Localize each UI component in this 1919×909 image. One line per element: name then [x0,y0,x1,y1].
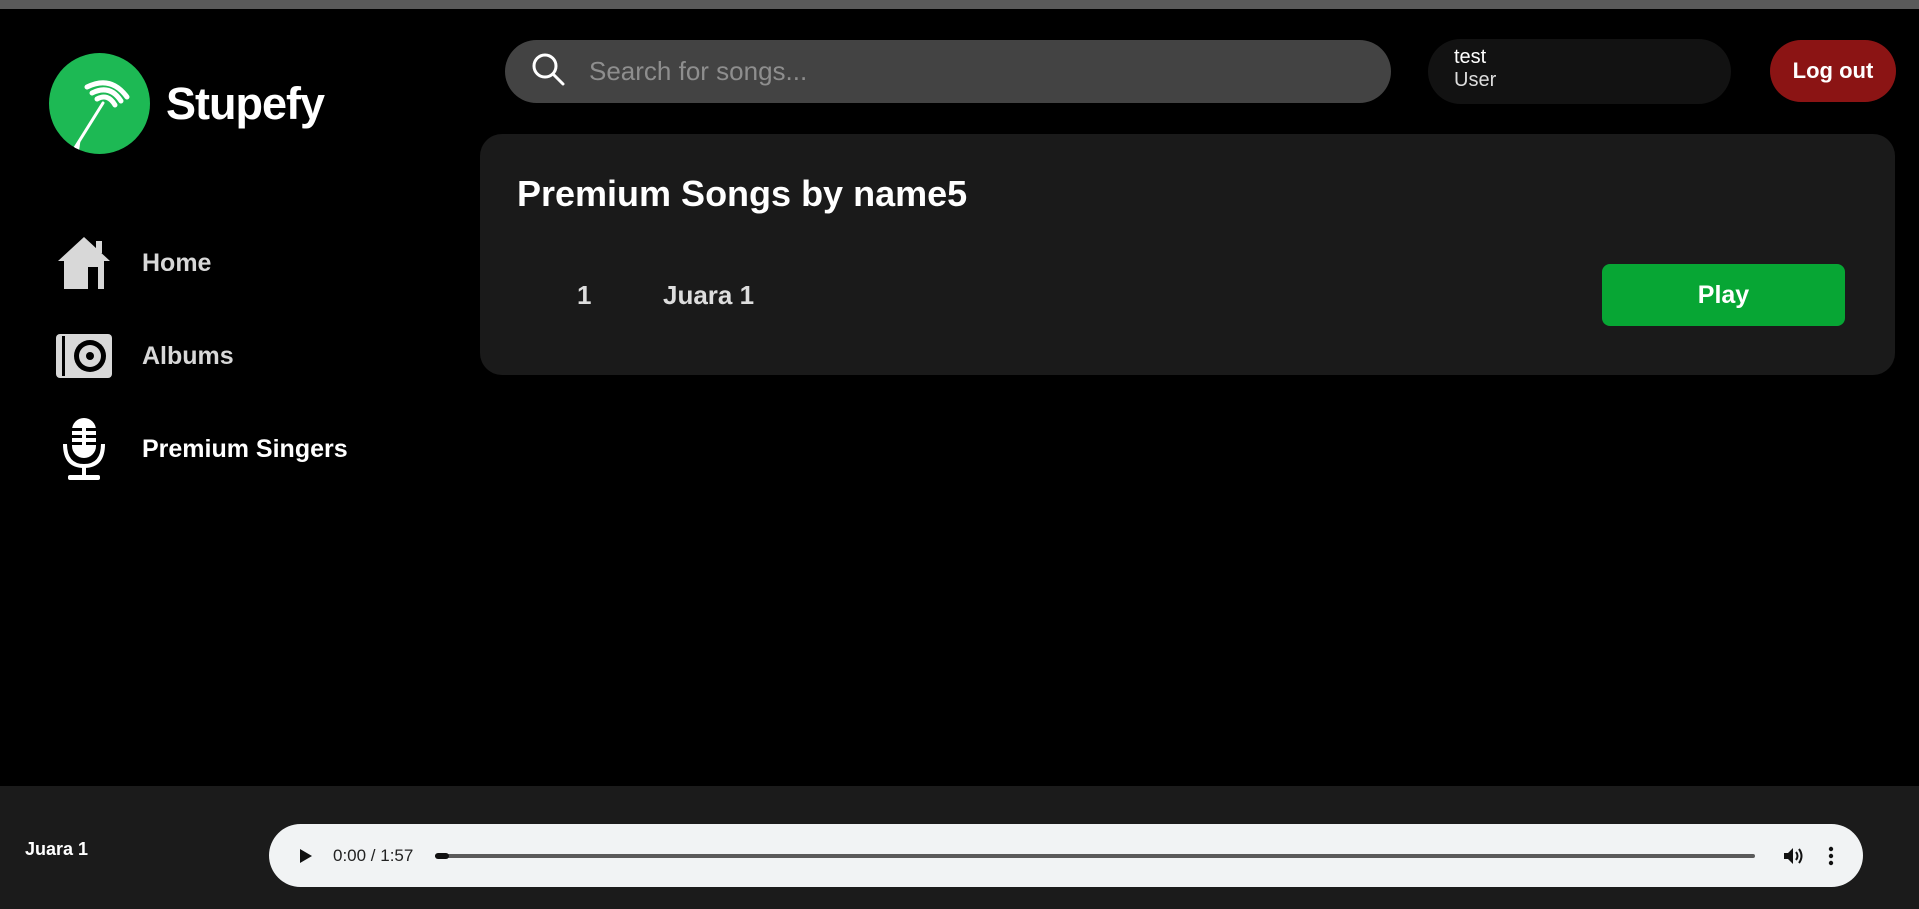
sidebar-item-label: Premium Singers [142,434,348,463]
user-name: test [1454,46,1487,68]
song-title: Juara 1 [663,280,755,310]
app-name: Stupefy [166,77,325,129]
sidebar-nav: Home Albums Premium Singers [52,228,348,507]
sidebar-item-label: Home [142,248,212,277]
audio-player: 0:00 / 1:57 [269,824,1863,887]
playback-time: 0:00 / 1:57 [333,845,414,865]
song-number: 1 [577,280,592,310]
microphone-icon [52,417,116,481]
player-bar: Juara 1 0:00 / 1:57 [0,786,1919,909]
seek-progress [435,852,450,859]
home-icon [52,231,116,295]
logo-baton-icon [49,53,150,154]
play-button[interactable]: Play [1602,264,1845,326]
seek-bar[interactable] [435,852,1756,859]
logout-button[interactable]: Log out [1770,40,1896,102]
search-bar[interactable] [505,40,1391,103]
table-row: 1 Juara 1 Play [480,264,1895,326]
search-icon [531,52,565,91]
app-logo[interactable]: Stupefy [49,53,325,154]
user-role: User [1454,69,1497,91]
user-profile[interactable]: test User [1428,39,1731,104]
songs-panel: Premium Songs by name5 1 Juara 1 Play [480,134,1895,375]
sidebar-item-premium-singers[interactable]: Premium Singers [52,414,348,484]
sidebar-item-home[interactable]: Home [52,228,348,298]
more-options-icon[interactable] [1821,843,1841,869]
sidebar-item-albums[interactable]: Albums [52,321,348,391]
now-playing-title: Juara 1 [25,839,89,859]
sidebar-item-label: Albums [142,341,234,370]
volume-icon[interactable] [1781,843,1807,869]
album-icon [52,324,116,388]
browser-top-strip [0,0,1919,9]
search-input[interactable] [589,56,1369,87]
play-icon[interactable] [291,841,321,871]
page-title: Premium Songs by name5 [517,173,968,214]
